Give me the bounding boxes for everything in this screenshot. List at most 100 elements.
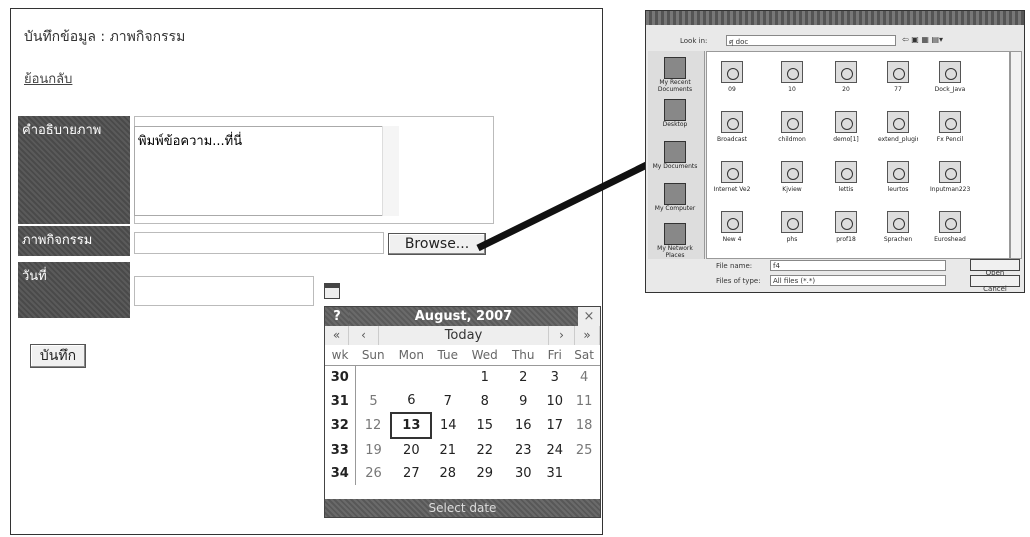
file-list-scrollbar[interactable]	[1010, 51, 1022, 259]
place-item[interactable]: My Recent Documents	[650, 57, 700, 93]
calendar-next-year[interactable]: »	[575, 326, 600, 345]
file-label[interactable]: Inputman223	[930, 186, 970, 193]
calendar-day[interactable]: 24	[541, 438, 568, 462]
calendar-day[interactable]: 25	[568, 438, 600, 462]
file-label[interactable]: phs	[772, 236, 812, 243]
place-item[interactable]: My Documents	[650, 141, 700, 170]
calendar-today-button[interactable]: Today	[379, 326, 549, 345]
image-file-input[interactable]	[134, 232, 384, 254]
calendar-day[interactable]: 27	[391, 462, 431, 485]
file-icon[interactable]	[887, 211, 909, 233]
file-icon[interactable]	[835, 211, 857, 233]
calendar-day[interactable]: 12	[355, 413, 391, 438]
file-label[interactable]: 20	[826, 86, 866, 93]
file-type-select[interactable]: All files (*.*)	[770, 275, 946, 286]
file-icon[interactable]	[939, 61, 961, 83]
file-icon[interactable]	[835, 61, 857, 83]
calendar-header-thu: Thu	[505, 345, 542, 366]
file-icon[interactable]	[721, 211, 743, 233]
calendar-day[interactable]: 16	[505, 413, 541, 438]
calendar-day[interactable]: 20	[391, 438, 431, 462]
page-title: บันทึกข้อมูล : ภาพกิจกรรม	[24, 29, 186, 45]
calendar-day[interactable]: 29	[464, 462, 505, 485]
place-item[interactable]: My Network Places	[650, 223, 700, 259]
calendar-day[interactable]: 23	[505, 438, 541, 462]
calendar-day[interactable]: 11	[568, 389, 600, 413]
calendar-prev-month[interactable]: ‹	[349, 326, 379, 345]
file-label[interactable]: Dock_Java	[930, 86, 970, 93]
calendar-day[interactable]: 21	[431, 438, 464, 462]
file-label[interactable]: prof18	[826, 236, 866, 243]
look-in-select[interactable]: ศุ doc	[726, 35, 896, 46]
file-label[interactable]: Kjview	[772, 186, 812, 193]
place-item[interactable]: Desktop	[650, 99, 700, 128]
calendar-close-button[interactable]: ×	[578, 307, 600, 326]
calendar-day[interactable]: 6	[391, 389, 431, 413]
calendar-day[interactable]: 13	[390, 412, 433, 439]
calendar-day[interactable]: 18	[568, 413, 600, 438]
cancel-button[interactable]: Cancel	[970, 275, 1020, 293]
file-icon[interactable]	[721, 111, 743, 133]
file-label[interactable]: 77	[878, 86, 918, 93]
calendar-day[interactable]: 7	[431, 389, 464, 413]
calendar-day[interactable]: 31	[541, 462, 568, 485]
file-icon[interactable]	[721, 161, 743, 183]
calendar-next-month[interactable]: ›	[549, 326, 575, 345]
file-label[interactable]: New 4	[712, 236, 752, 243]
file-label[interactable]: Fx Pencil	[930, 136, 970, 143]
calendar-day[interactable]: 30	[505, 462, 541, 485]
file-label[interactable]: 10	[772, 86, 812, 93]
calendar-day[interactable]: 22	[464, 438, 505, 462]
calendar-day[interactable]: 14	[431, 413, 464, 438]
file-icon[interactable]	[939, 111, 961, 133]
save-button[interactable]: บันทึก	[30, 344, 86, 368]
calendar-day[interactable]: 8	[464, 389, 505, 413]
file-icon[interactable]	[887, 61, 909, 83]
calendar-day[interactable]: 15	[464, 413, 505, 438]
date-input[interactable]	[134, 276, 314, 306]
file-icon[interactable]	[781, 61, 803, 83]
file-label[interactable]: lettis	[826, 186, 866, 193]
file-list	[706, 51, 1010, 259]
back-link[interactable]: ย้อนกลับ	[24, 68, 72, 89]
calendar-day[interactable]: 10	[541, 389, 568, 413]
file-name-input[interactable]: f4	[770, 260, 946, 271]
file-icon[interactable]	[721, 61, 743, 83]
calendar-day[interactable]: 28	[431, 462, 464, 485]
calendar-icon[interactable]	[324, 283, 340, 299]
file-label[interactable]: leurtos	[878, 186, 918, 193]
file-icon[interactable]	[835, 111, 857, 133]
calendar-day[interactable]: 1	[464, 366, 505, 390]
calendar-day[interactable]: 17	[541, 413, 568, 438]
file-label[interactable]: extend_plugin	[878, 136, 918, 143]
calendar-day[interactable]: 2	[505, 366, 541, 390]
file-label[interactable]: Euroshead	[930, 236, 970, 243]
file-label[interactable]: Broadcast	[712, 136, 752, 143]
caption-scrollbar[interactable]	[382, 126, 399, 216]
file-label[interactable]: 09	[712, 86, 752, 93]
file-icon[interactable]	[939, 161, 961, 183]
calendar-prev-year[interactable]: «	[325, 326, 349, 345]
calendar-day[interactable]: 3	[541, 366, 568, 390]
file-icon[interactable]	[887, 111, 909, 133]
calendar-day[interactable]: 26	[355, 462, 391, 485]
calendar-day[interactable]: 19	[355, 438, 391, 462]
place-item[interactable]: My Computer	[650, 183, 700, 212]
file-icon[interactable]	[939, 211, 961, 233]
file-label[interactable]: childmon	[772, 136, 812, 143]
file-icon[interactable]	[887, 161, 909, 183]
file-icon[interactable]	[835, 161, 857, 183]
file-icon[interactable]	[781, 161, 803, 183]
calendar-day[interactable]: 9	[505, 389, 541, 413]
file-label[interactable]: Internet Ve2	[712, 186, 752, 193]
calendar-day[interactable]: 4	[568, 366, 600, 390]
caption-textarea[interactable]: พิมพ์ข้อความ...ที่นี่	[134, 126, 398, 216]
file-icon[interactable]	[781, 111, 803, 133]
file-icon[interactable]	[781, 211, 803, 233]
file-label[interactable]: Sprachen	[878, 236, 918, 243]
calendar-help-button[interactable]: ?	[325, 307, 349, 326]
toolbar-icons[interactable]: ⇦ ▣ ▦ ▤▾	[902, 35, 943, 44]
file-label[interactable]: demo[1]	[826, 136, 866, 143]
open-button[interactable]: Open	[970, 259, 1020, 277]
calendar-day[interactable]: 5	[355, 389, 391, 413]
